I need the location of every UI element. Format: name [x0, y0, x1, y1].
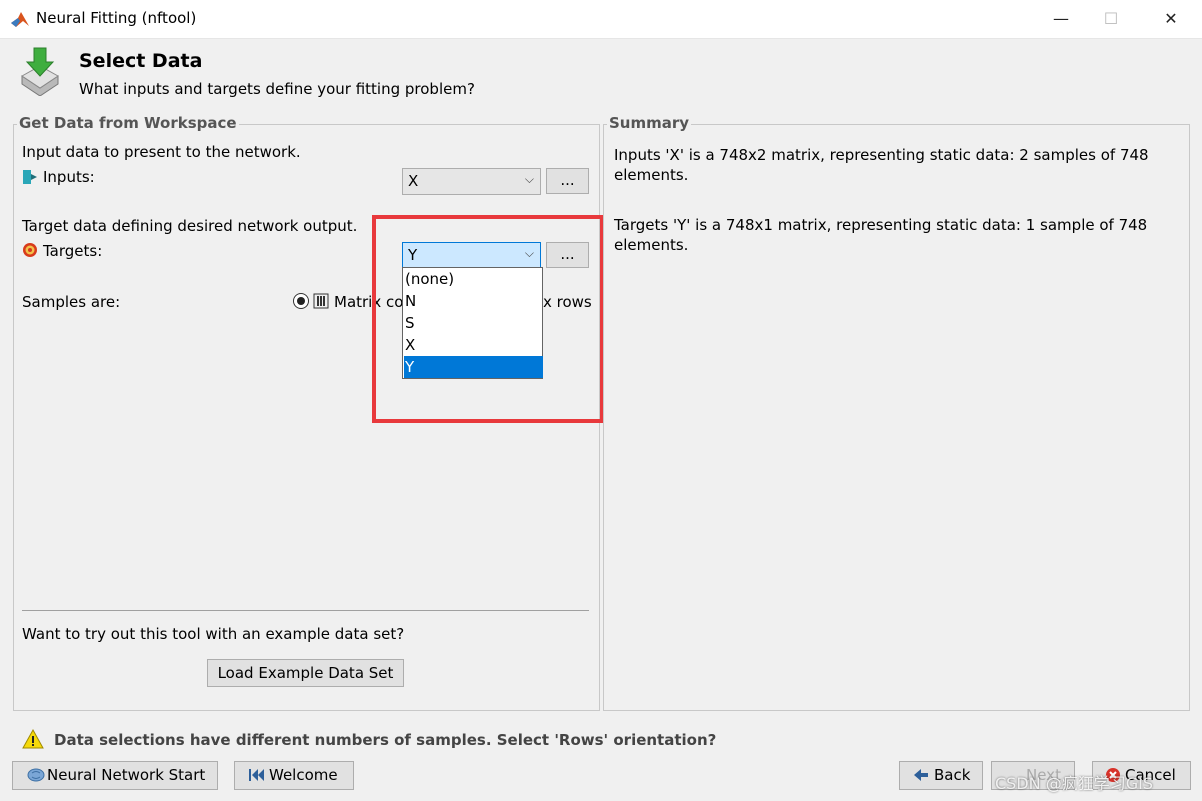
- divider: [22, 610, 589, 611]
- inputs-icon: [23, 170, 37, 184]
- welcome-label: Welcome: [269, 766, 338, 784]
- inputs-browse-button[interactable]: ...: [546, 168, 589, 194]
- matlab-logo-icon: [11, 12, 29, 27]
- brain-icon: [27, 768, 45, 782]
- summary-targets-text: Targets 'Y' is a 748x1 matrix, represent…: [614, 216, 1148, 254]
- page-title: Select Data: [79, 50, 203, 72]
- summary-panel: [603, 124, 1190, 711]
- arrow-left-icon: [914, 769, 928, 781]
- target-description: Target data defining desired network out…: [22, 217, 358, 235]
- annotation-highlight-box: [372, 215, 604, 423]
- close-button[interactable]: ✕: [1148, 0, 1194, 38]
- rewind-icon: [249, 769, 264, 781]
- back-button[interactable]: Back: [899, 761, 983, 790]
- warning-message: Data selections have different numbers o…: [54, 731, 717, 749]
- title-bar: Neural Fitting (nftool) — ☐ ✕: [0, 0, 1202, 39]
- load-example-button[interactable]: Load Example Data Set: [207, 659, 404, 687]
- minimize-button[interactable]: —: [1038, 0, 1084, 38]
- matrix-columns-icon: [313, 293, 329, 309]
- input-description: Input data to present to the network.: [22, 143, 301, 161]
- back-label: Back: [934, 766, 971, 784]
- neural-network-start-button[interactable]: Neural Network Start: [12, 761, 218, 790]
- page-subtitle: What inputs and targets define your fitt…: [79, 80, 475, 98]
- watermark: CSDN @疯狂学习GIS: [995, 774, 1153, 793]
- workspace-panel-title: Get Data from Workspace: [17, 114, 239, 132]
- example-prompt: Want to try out this tool with an exampl…: [22, 625, 405, 643]
- targets-label: Targets:: [43, 242, 103, 260]
- window-title: Neural Fitting (nftool): [36, 9, 197, 27]
- inputs-label: Inputs:: [43, 168, 95, 186]
- summary-inputs-text: Inputs 'X' is a 748x2 matrix, representi…: [614, 146, 1149, 184]
- target-icon: [23, 243, 37, 257]
- welcome-button[interactable]: Welcome: [234, 761, 354, 790]
- maximize-button[interactable]: ☐: [1088, 0, 1134, 38]
- summary-panel-title: Summary: [607, 114, 692, 132]
- columns-radio[interactable]: [293, 293, 309, 309]
- warning-icon: [22, 728, 44, 749]
- inputs-dropdown-value: X: [408, 172, 419, 190]
- import-data-icon: [21, 47, 59, 96]
- neural-network-start-label: Neural Network Start: [47, 766, 206, 784]
- chevron-down-icon: ⌵: [524, 172, 534, 186]
- inputs-dropdown[interactable]: X ⌵: [402, 168, 541, 195]
- samples-label: Samples are:: [22, 293, 121, 311]
